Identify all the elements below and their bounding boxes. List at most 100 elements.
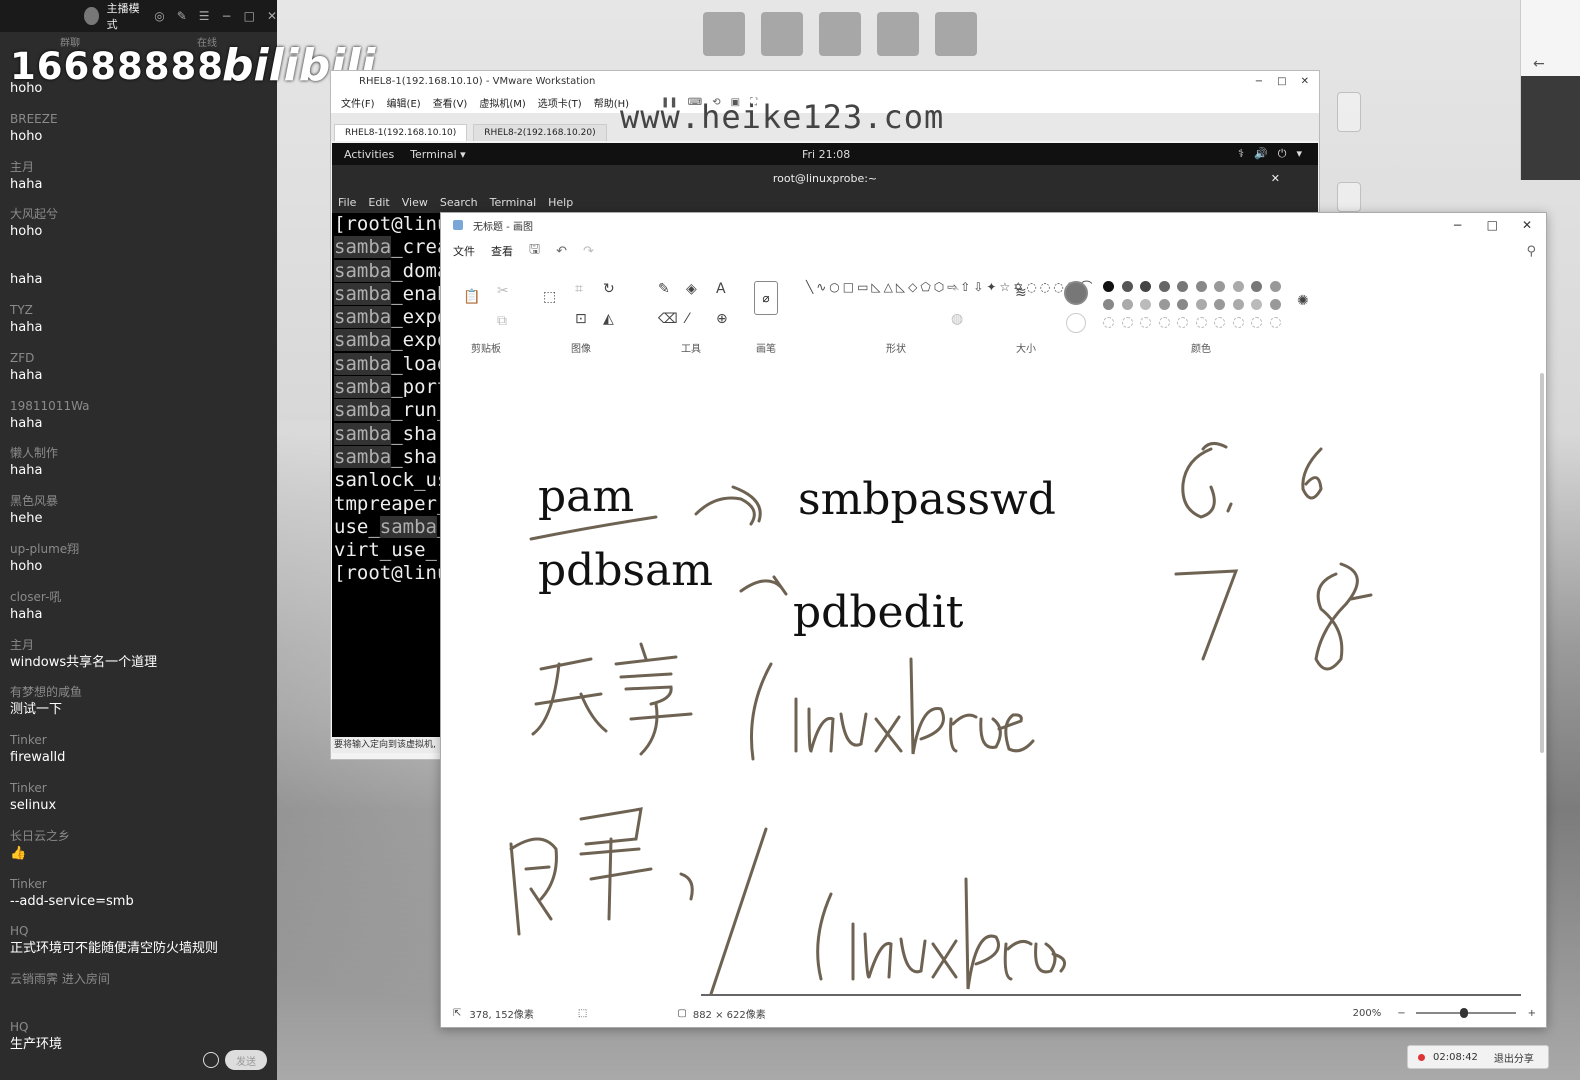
brush-icon[interactable]: ⌀	[754, 281, 778, 315]
fill-icon[interactable]: ◈	[686, 281, 697, 297]
rotate-icon[interactable]: ↻	[603, 281, 615, 297]
color-swatch[interactable]	[1195, 281, 1207, 292]
settings-icon[interactable]: ◎	[154, 9, 164, 23]
color-swatch[interactable]	[1269, 281, 1281, 292]
chat-username[interactable]: ZFD	[10, 349, 267, 367]
emoji-icon[interactable]	[203, 1052, 219, 1068]
share-icon[interactable]: ⚲	[1526, 244, 1536, 259]
color-swatch[interactable]	[1103, 299, 1114, 310]
empty-color-swatch[interactable]	[1103, 317, 1114, 328]
empty-color-swatch[interactable]	[1140, 317, 1151, 328]
terminal-menu-terminal[interactable]: Terminal	[490, 196, 537, 209]
color-swatch[interactable]	[1177, 299, 1188, 310]
eraser-icon[interactable]: ⌫	[658, 311, 678, 327]
chat-username[interactable]: 长日云之乡	[10, 827, 267, 845]
menu-icon[interactable]: ☰	[199, 9, 210, 23]
text-icon[interactable]: A	[716, 281, 726, 297]
menu-file[interactable]: 文件(F)	[341, 95, 375, 110]
paint-menu-file[interactable]: 文件	[453, 243, 475, 259]
color-swatch[interactable]	[1121, 299, 1133, 310]
color-swatch[interactable]	[1158, 299, 1170, 310]
close-icon[interactable]: ✕	[1271, 172, 1280, 185]
crop-icon[interactable]: ⌗	[575, 281, 583, 297]
maximize-icon[interactable]: □	[1277, 76, 1286, 87]
chat-username[interactable]	[10, 253, 267, 271]
empty-color-swatch[interactable]	[1121, 317, 1133, 328]
empty-color-swatch[interactable]	[1269, 317, 1281, 328]
chat-username[interactable]: 懒人制作	[10, 444, 267, 462]
cut-icon[interactable]: ✂	[497, 283, 509, 299]
chat-username[interactable]: Tinker	[10, 779, 267, 797]
desktop-icon[interactable]	[1337, 182, 1361, 212]
empty-color-swatch[interactable]	[1214, 317, 1225, 328]
desktop-icon[interactable]	[819, 12, 861, 56]
color-swatch[interactable]	[1177, 281, 1188, 292]
empty-color-swatch[interactable]	[1251, 317, 1262, 328]
minimize-icon[interactable]: −	[1255, 76, 1263, 87]
terminal-menu-view[interactable]: View	[402, 196, 428, 209]
menu-tabs[interactable]: 选项卡(T)	[538, 95, 582, 110]
chat-username[interactable]: 大风起兮	[10, 205, 267, 223]
zoom-in-icon[interactable]: +	[1528, 1008, 1536, 1019]
terminal-menu-file[interactable]: File	[338, 196, 356, 209]
paint-menu-view[interactable]: 查看	[491, 243, 513, 259]
desktop-icon[interactable]	[877, 12, 919, 56]
resize-icon[interactable]: ⊡	[575, 311, 587, 327]
chat-username[interactable]: 黑色风暴	[10, 492, 267, 510]
desktop-icon[interactable]	[703, 12, 745, 56]
shapes-gallery[interactable]: ╲∿○□▭◺△◺◇⬠⬡⇨⇧⇩✦☆✡◌◌◌♡⌒	[806, 279, 1092, 295]
outline-icon[interactable]: ⌁	[951, 281, 959, 297]
system-tray[interactable]: ⚕ 🔊 ⏻ ▾	[1238, 147, 1302, 161]
chat-username[interactable]: 19811011Wa	[10, 397, 267, 415]
terminal-menu-edit[interactable]: Edit	[368, 196, 389, 209]
desktop-icon[interactable]	[1337, 92, 1361, 132]
chat-username[interactable]: Tinker	[10, 731, 267, 749]
chat-username[interactable]: closer-吼	[10, 588, 267, 606]
paste-icon[interactable]: 📋	[463, 289, 480, 305]
maximize-icon[interactable]: □	[244, 9, 255, 23]
exit-share-button[interactable]: 退出分享	[1494, 1050, 1534, 1065]
minimize-icon[interactable]: −	[222, 9, 232, 23]
color-swatch[interactable]	[1232, 299, 1244, 310]
zoom-slider[interactable]	[1415, 1008, 1516, 1018]
close-icon[interactable]: ✕	[267, 9, 277, 23]
chat-username[interactable]: HQ	[10, 922, 267, 940]
color-swatch[interactable]	[1121, 281, 1133, 292]
empty-color-swatch[interactable]	[1177, 317, 1188, 328]
save-icon[interactable]: 🖫	[529, 240, 540, 262]
color-swatch[interactable]	[1251, 299, 1262, 310]
chat-username[interactable]: 有梦想的咸鱼	[10, 683, 267, 701]
menu-edit[interactable]: 编辑(E)	[387, 95, 421, 110]
terminal-app-menu[interactable]: Terminal ▾	[410, 148, 466, 161]
empty-color-swatch[interactable]	[1158, 317, 1170, 328]
undo-icon[interactable]: ↶	[556, 244, 567, 259]
chat-username[interactable]: HQ	[10, 1018, 267, 1036]
empty-color-swatch[interactable]	[1232, 317, 1244, 328]
color-swatch[interactable]	[1214, 281, 1225, 292]
color2-indicator[interactable]	[1066, 313, 1086, 333]
activities-button[interactable]: Activities	[332, 148, 394, 161]
chat-username[interactable]: up-plume翔	[10, 540, 267, 558]
drawing-canvas[interactable]: pam smbpasswd pdbsam pdbedit	[441, 359, 1533, 999]
color-swatch[interactable]	[1269, 299, 1281, 310]
pencil-icon[interactable]: ✎	[658, 281, 670, 297]
color1-indicator[interactable]	[1064, 281, 1088, 305]
side-browser-window[interactable]: ←	[1520, 0, 1580, 180]
tab-rhel8-1[interactable]: RHEL8-1(192.168.10.10)	[334, 124, 468, 141]
edit-colors-icon[interactable]: ✺	[1297, 293, 1309, 309]
back-arrow-icon[interactable]: ←	[1533, 56, 1545, 72]
chat-username[interactable]: 主月	[10, 158, 267, 176]
terminal-menu-help[interactable]: Help	[548, 196, 573, 209]
color-swatch[interactable]	[1140, 299, 1151, 310]
desktop-icon[interactable]	[761, 12, 803, 56]
chat-username[interactable]: Tinker	[10, 875, 267, 893]
chat-username[interactable]: 主月	[10, 636, 267, 654]
send-button[interactable]: 发送	[225, 1050, 267, 1070]
tab-rhel8-2[interactable]: RHEL8-2(192.168.10.20)	[473, 124, 607, 141]
maximize-icon[interactable]: □	[1487, 218, 1498, 232]
flip-icon[interactable]: ◭	[603, 311, 614, 327]
desktop-icon[interactable]	[935, 12, 977, 56]
horizontal-scrollbar[interactable]	[701, 994, 1521, 996]
chat-username[interactable]: BREEZE	[10, 110, 267, 128]
select-icon[interactable]: ⬚	[543, 289, 556, 305]
